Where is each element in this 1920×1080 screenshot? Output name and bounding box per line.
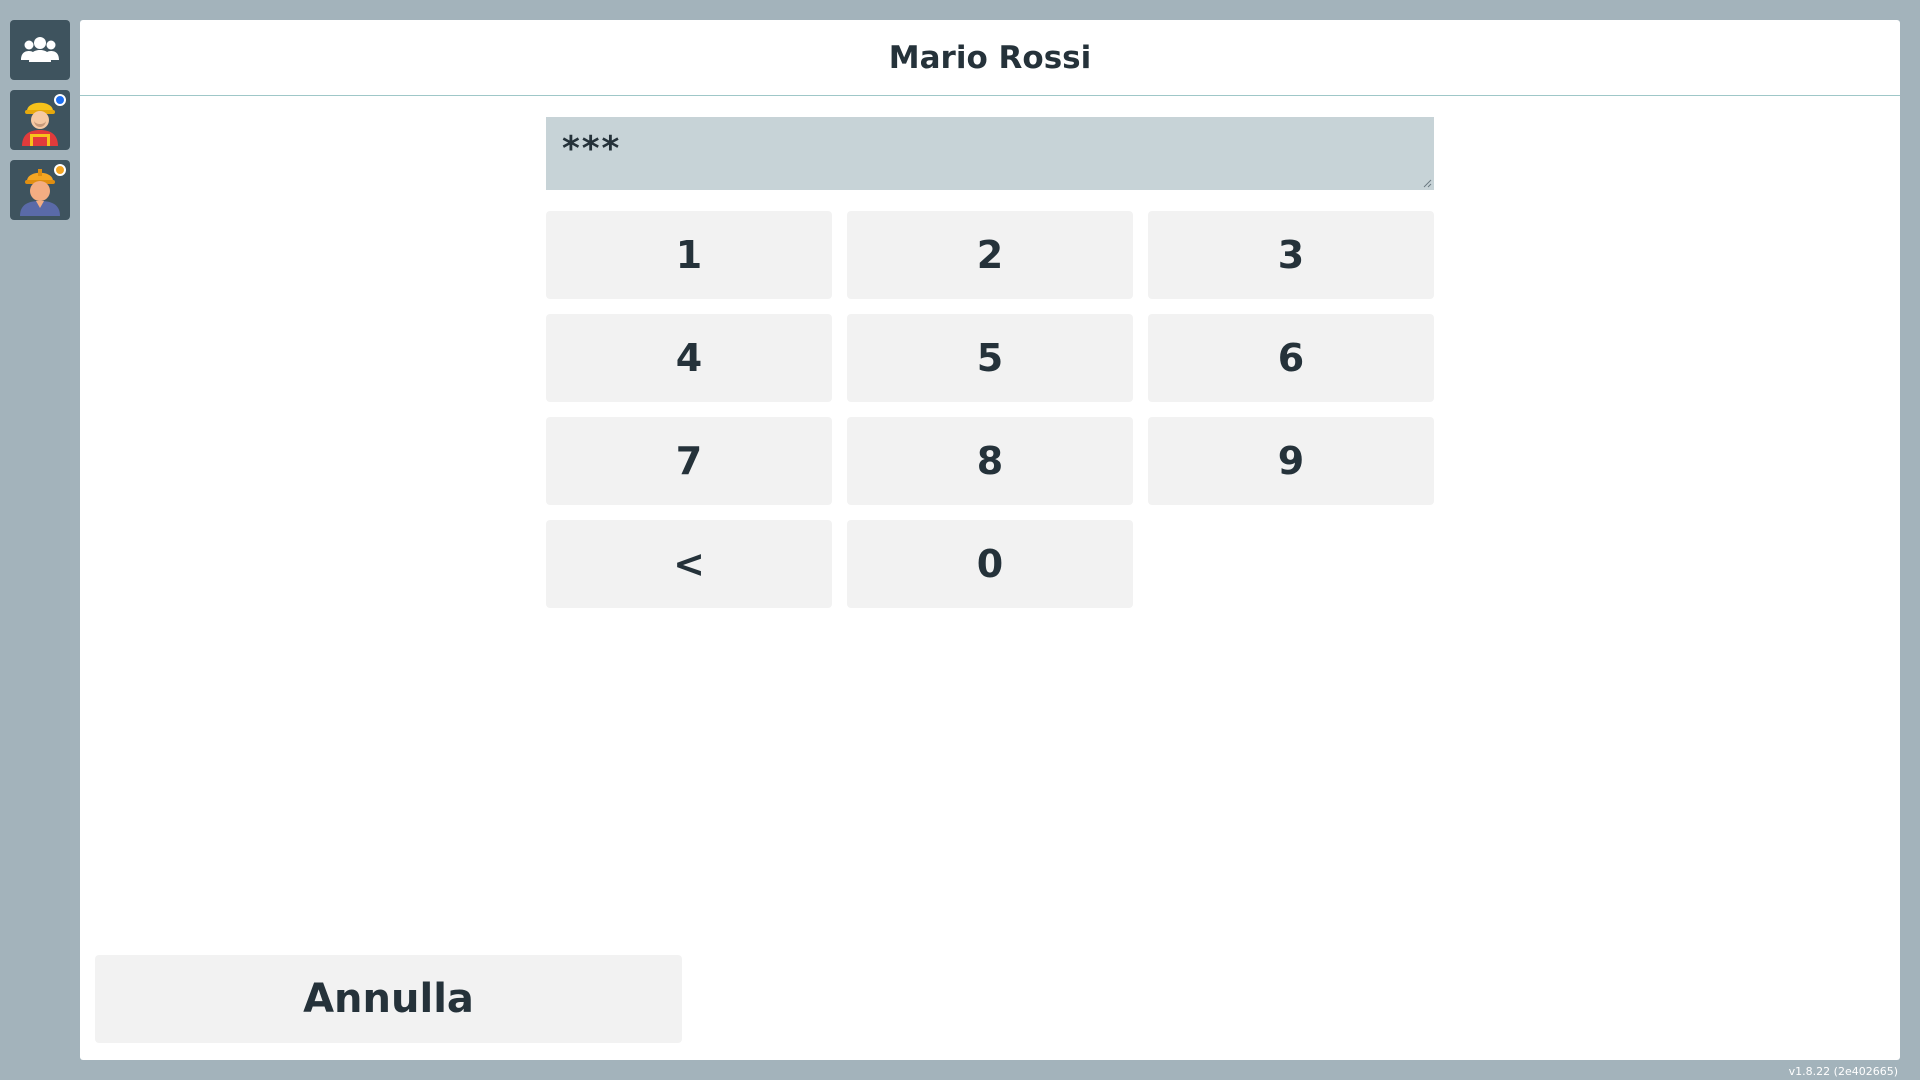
key-8[interactable]: 8 <box>847 417 1133 505</box>
pin-keypad: 1 2 3 4 5 6 7 8 9 < 0 <box>546 211 1434 608</box>
pin-value: *** <box>562 129 622 169</box>
version-label: v1.8.22 (2e402665) <box>1788 1065 1898 1078</box>
key-1[interactable]: 1 <box>546 211 832 299</box>
sidebar <box>10 20 70 230</box>
page-title: Mario Rossi <box>888 39 1092 76</box>
status-online-indicator <box>54 94 66 106</box>
login-panel: Mario Rossi *** 1 2 3 4 5 6 7 8 9 < 0 An… <box>80 20 1900 1060</box>
sidebar-item-users[interactable] <box>10 20 70 80</box>
users-group-icon <box>20 30 60 70</box>
sidebar-item-worker-1[interactable] <box>10 90 70 150</box>
key-0[interactable]: 0 <box>847 520 1133 608</box>
panel-header: Mario Rossi <box>80 20 1900 96</box>
key-4[interactable]: 4 <box>546 314 832 402</box>
status-away-indicator <box>54 164 66 176</box>
key-7[interactable]: 7 <box>546 417 832 505</box>
pin-input[interactable]: *** <box>546 117 1434 190</box>
backspace-key[interactable]: < <box>546 520 832 608</box>
key-2[interactable]: 2 <box>847 211 1133 299</box>
sidebar-item-worker-2[interactable] <box>10 160 70 220</box>
key-3[interactable]: 3 <box>1148 211 1434 299</box>
key-5[interactable]: 5 <box>847 314 1133 402</box>
resize-grip-icon[interactable] <box>1422 178 1432 188</box>
cancel-button[interactable]: Annulla <box>95 955 682 1043</box>
key-6[interactable]: 6 <box>1148 314 1434 402</box>
key-9[interactable]: 9 <box>1148 417 1434 505</box>
